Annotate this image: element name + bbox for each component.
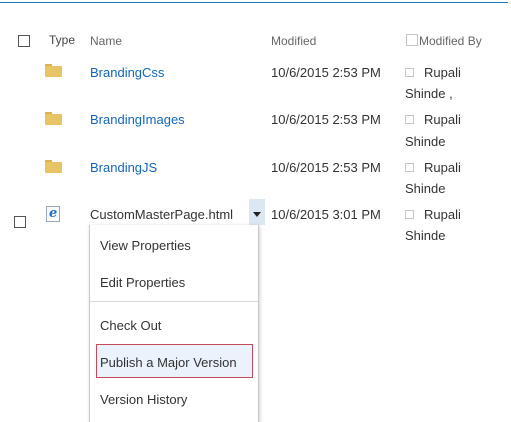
column-header-type[interactable]: Type <box>49 33 75 47</box>
modified-by-name[interactable]: Rupali <box>424 65 461 80</box>
column-header-modified-by[interactable]: Modified By <box>419 34 482 48</box>
modified-by-name[interactable]: Rupali <box>424 207 461 222</box>
modified-by-name[interactable]: Rupali <box>424 112 461 127</box>
menu-item-check-out[interactable]: Check Out <box>100 318 161 333</box>
modified-date: 10/6/2015 2:53 PM <box>271 65 381 80</box>
presence-indicator <box>405 210 414 219</box>
folder-icon <box>45 64 62 77</box>
menu-item-view-properties[interactable]: View Properties <box>100 238 191 253</box>
modified-date: 10/6/2015 3:01 PM <box>271 207 381 222</box>
menu-item-version-history[interactable]: Version History <box>100 392 187 407</box>
file-name-link[interactable]: BrandingJS <box>90 160 157 175</box>
modified-date: 10/6/2015 2:53 PM <box>271 112 381 127</box>
modified-by-name-cont[interactable]: Shinde <box>405 228 445 243</box>
menu-item-edit-properties[interactable]: Edit Properties <box>100 275 185 290</box>
column-header-name[interactable]: Name <box>90 34 122 48</box>
presence-indicator <box>405 68 414 77</box>
top-rule <box>0 2 508 3</box>
modified-by-name-cont[interactable]: Shinde , <box>405 86 453 101</box>
modified-by-name-cont[interactable]: Shinde <box>405 181 445 196</box>
file-name-link[interactable]: CustomMasterPage.html <box>90 207 233 222</box>
column-header-modified[interactable]: Modified <box>271 34 316 48</box>
modified-by-name-cont[interactable]: Shinde <box>405 134 445 149</box>
modified-by-name[interactable]: Rupali <box>424 160 461 175</box>
menu-separator <box>90 301 258 302</box>
file-name-link[interactable]: BrandingImages <box>90 112 185 127</box>
menu-item-publish-major-version[interactable]: Publish a Major Version <box>100 355 237 370</box>
file-name-link[interactable]: BrandingCss <box>90 65 164 80</box>
open-menu-button[interactable] <box>249 199 265 225</box>
folder-icon <box>45 160 62 173</box>
row-select-checkbox[interactable] <box>14 216 26 228</box>
context-menu: View Properties Edit Properties Check Ou… <box>89 225 259 422</box>
modified-date: 10/6/2015 2:53 PM <box>271 160 381 175</box>
presence-indicator <box>405 115 414 124</box>
folder-icon <box>45 112 62 125</box>
modified-by-checkbox[interactable] <box>406 34 418 46</box>
document-library: Type Name Modified Modified By BrandingC… <box>0 0 511 422</box>
select-all-checkbox[interactable] <box>18 35 30 47</box>
chevron-down-icon <box>253 212 261 217</box>
html-file-icon: e <box>46 206 62 222</box>
presence-indicator <box>405 163 414 172</box>
